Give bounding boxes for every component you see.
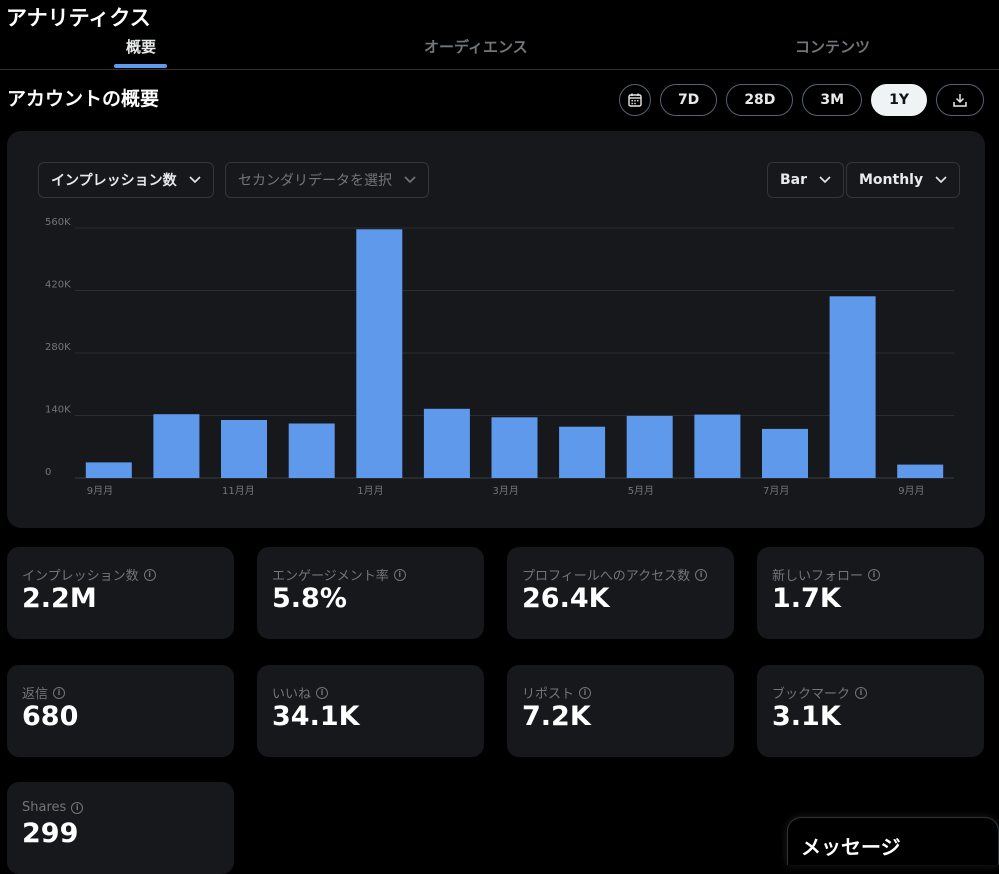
active-tab-indicator xyxy=(114,64,167,68)
stat-value: 2.2M xyxy=(22,583,97,614)
download-button[interactable] xyxy=(936,84,984,116)
stat-card-profile-visits: プロフィールへのアクセス数 i 26.4K xyxy=(507,547,734,639)
stat-card-engagement-rate: エンゲージメント率 i 5.8% xyxy=(257,547,484,639)
y-tick-label: 0 xyxy=(45,467,51,478)
info-icon[interactable]: i xyxy=(393,568,406,581)
stat-card-replies: 返信 i 680 xyxy=(7,665,234,757)
calendar-button[interactable] xyxy=(618,84,651,116)
x-tick-label: 9月月 xyxy=(898,485,924,497)
overview-title: アカウントの概要 xyxy=(7,88,160,110)
stat-card-impressions: インプレッション数 i 2.2M xyxy=(7,547,234,639)
bar-3[interactable] xyxy=(288,423,335,479)
range-1y-button[interactable]: 1Y xyxy=(871,84,927,116)
stat-label-text: インプレッション数 xyxy=(22,569,139,584)
stat-value: 3.1K xyxy=(772,701,841,732)
stat-label-text: Shares xyxy=(22,800,67,815)
bar-1[interactable] xyxy=(153,414,200,478)
info-icon[interactable]: i xyxy=(868,568,881,581)
x-tick-label: 1月月 xyxy=(357,485,383,497)
stat-label-text: 返信 xyxy=(22,687,49,702)
info-icon[interactable]: i xyxy=(316,686,329,699)
y-tick-label: 420K xyxy=(45,280,71,291)
bar-0[interactable] xyxy=(85,462,132,478)
bar-2[interactable] xyxy=(221,420,267,478)
range-3m-button[interactable]: 3M xyxy=(802,84,863,116)
x-tick-label: 3月月 xyxy=(493,485,519,497)
y-tick-label: 140K xyxy=(45,405,71,416)
y-tick-label: 560K xyxy=(45,217,71,228)
bar-4[interactable] xyxy=(356,229,403,478)
bar-9[interactable] xyxy=(694,414,741,478)
tab-overview[interactable]: 概要 xyxy=(126,36,156,57)
impressions-bar-chart: 0 140K 280K 420K 560K 9月月 11月月 1月月 3月月 5月月 7月月 9月月 xyxy=(45,217,954,497)
messages-title: メッセージ xyxy=(801,835,901,859)
stat-value: 1.7K xyxy=(772,583,841,614)
bar-8[interactable] xyxy=(626,415,673,478)
stat-card-reposts: リポスト i 7.2K xyxy=(507,665,734,757)
stat-label-text: プロフィールへのアクセス数 xyxy=(522,569,691,584)
stat-value: 299 xyxy=(22,818,79,849)
stat-label: Shares i xyxy=(22,800,84,815)
stat-card-shares: Shares i 299 xyxy=(7,782,234,874)
stat-label-text: 新しいフォロー xyxy=(772,569,864,584)
info-icon[interactable]: i xyxy=(71,801,84,814)
stat-value: 680 xyxy=(22,701,79,732)
stat-card-bookmarks: ブックマーク i 3.1K xyxy=(757,665,984,757)
messages-drawer[interactable]: メッセージ xyxy=(787,817,999,865)
bar-6[interactable] xyxy=(491,417,538,478)
info-icon[interactable]: i xyxy=(855,686,868,699)
stat-card-likes: いいね i 34.1K xyxy=(257,665,484,757)
stat-label: 新しいフォロー i xyxy=(772,565,881,584)
stat-label: 返信 i xyxy=(22,683,66,702)
range-28d-button[interactable]: 28D xyxy=(726,84,794,116)
chart-card: インプレッション数 セカンダリデータを選択 Bar Monthly 0 140K 2… xyxy=(7,131,985,528)
range-7d-button[interactable]: 7D xyxy=(659,84,718,116)
bar-12[interactable] xyxy=(897,464,944,478)
info-icon[interactable]: i xyxy=(143,568,156,581)
y-tick-label: 280K xyxy=(45,342,71,353)
bar-11[interactable] xyxy=(829,296,876,478)
range-selector: 7D 28D 3M 1Y xyxy=(618,84,984,116)
calendar-icon xyxy=(628,93,642,107)
info-icon[interactable]: i xyxy=(53,686,66,699)
x-tick-label: 9月月 xyxy=(87,485,113,497)
stat-value: 26.4K xyxy=(522,583,610,614)
stat-value: 34.1K xyxy=(272,701,360,732)
info-icon[interactable]: i xyxy=(695,568,708,581)
stat-label-text: リポスト xyxy=(522,687,575,702)
x-tick-label: 5月月 xyxy=(628,485,654,497)
tab-content[interactable]: コンテンツ xyxy=(795,36,870,57)
stat-label: インプレッション数 i xyxy=(22,565,156,584)
bar-5[interactable] xyxy=(423,408,470,478)
stat-label-text: エンゲージメント率 xyxy=(272,569,389,584)
stat-label-text: ブックマーク xyxy=(772,687,851,702)
download-icon xyxy=(953,94,967,107)
bar-7[interactable] xyxy=(559,426,606,478)
stat-label: リポスト i xyxy=(522,683,592,702)
stat-card-new-follows: 新しいフォロー i 1.7K xyxy=(757,547,984,639)
x-tick-label: 11月月 xyxy=(222,485,255,497)
info-icon[interactable]: i xyxy=(579,686,592,699)
stat-label: プロフィールへのアクセス数 i xyxy=(522,565,708,584)
stat-label-text: いいね xyxy=(272,687,312,702)
stat-label: ブックマーク i xyxy=(772,683,868,702)
tab-audience[interactable]: オーディエンス xyxy=(424,36,528,57)
page-title: アナリティクス xyxy=(6,6,151,30)
stat-label: いいね i xyxy=(272,683,329,702)
stat-label: エンゲージメント率 i xyxy=(272,565,406,584)
stat-value: 7.2K xyxy=(522,701,591,732)
stat-value: 5.8% xyxy=(272,583,347,614)
x-tick-label: 7月月 xyxy=(763,485,789,497)
bar-10[interactable] xyxy=(762,428,808,478)
